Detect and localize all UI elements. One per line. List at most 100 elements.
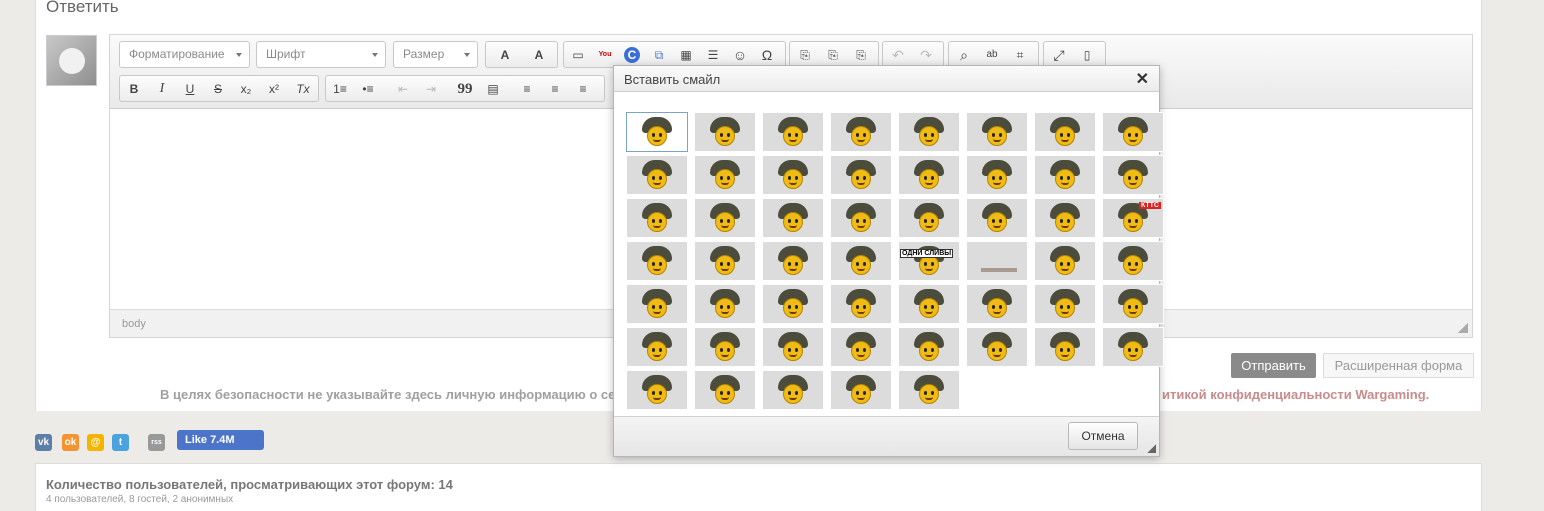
- smiley-item[interactable]: КТТС: [1102, 198, 1164, 238]
- smiley-item[interactable]: [694, 155, 756, 195]
- bulleted-list-button[interactable]: •≡: [357, 79, 379, 99]
- size-dropdown[interactable]: Размер: [393, 41, 478, 68]
- smiley-item[interactable]: [966, 241, 1028, 281]
- find-button[interactable]: ⌕: [953, 45, 975, 65]
- smiley-item[interactable]: [1034, 112, 1096, 152]
- smiley-item[interactable]: [694, 112, 756, 152]
- font-dropdown[interactable]: Шрифт: [256, 41, 386, 68]
- special-char-button[interactable]: Ω: [756, 45, 778, 65]
- smiley-item[interactable]: [830, 198, 892, 238]
- smiley-item[interactable]: [1034, 198, 1096, 238]
- indent-button[interactable]: ⇥: [420, 79, 442, 99]
- smiley-item[interactable]: [966, 284, 1028, 324]
- smiley-item[interactable]: [694, 327, 756, 367]
- smiley-item[interactable]: [966, 327, 1028, 367]
- smiley-item[interactable]: [898, 198, 960, 238]
- smiley-item[interactable]: [1034, 284, 1096, 324]
- background-color-button[interactable]: A: [526, 45, 552, 65]
- smiley-item[interactable]: [626, 241, 688, 281]
- twitter-share-icon[interactable]: t: [112, 434, 129, 451]
- smiley-item[interactable]: [762, 155, 824, 195]
- image-button[interactable]: ▭: [567, 45, 589, 65]
- smiley-item[interactable]: [762, 284, 824, 324]
- cut-button[interactable]: ⎘: [794, 45, 816, 65]
- smiley-item[interactable]: [694, 370, 756, 410]
- resize-handle-icon[interactable]: [1147, 444, 1156, 453]
- media-button[interactable]: ⧉: [648, 45, 670, 65]
- smiley-item[interactable]: [1102, 112, 1164, 152]
- facebook-like-button[interactable]: Like 7.4M: [177, 430, 264, 450]
- smiley-item[interactable]: [898, 284, 960, 324]
- paste-button[interactable]: ⎘: [850, 45, 872, 65]
- maximize-button[interactable]: ⤢: [1048, 45, 1070, 65]
- superscript-button[interactable]: x²: [263, 79, 285, 99]
- smiley-item[interactable]: [898, 370, 960, 410]
- smiley-item[interactable]: [762, 112, 824, 152]
- smiley-item[interactable]: ОДНИ СЛИВЫ: [898, 241, 960, 281]
- smiley-item[interactable]: [694, 241, 756, 281]
- element-path[interactable]: body: [122, 318, 146, 330]
- rss-icon[interactable]: rss: [148, 434, 165, 451]
- smiley-item[interactable]: [966, 155, 1028, 195]
- advanced-form-button[interactable]: Расширенная форма: [1323, 353, 1474, 378]
- smiley-item[interactable]: [830, 241, 892, 281]
- resize-handle-icon[interactable]: [1458, 323, 1468, 333]
- smiley-item[interactable]: [830, 155, 892, 195]
- smiley-item[interactable]: [966, 112, 1028, 152]
- align-right-button[interactable]: ≡: [572, 79, 594, 99]
- source-button[interactable]: ⌗: [1009, 45, 1031, 65]
- smiley-item[interactable]: [626, 284, 688, 324]
- smiley-item[interactable]: [626, 370, 688, 410]
- copy-button[interactable]: ⎘: [822, 45, 844, 65]
- underline-button[interactable]: U: [179, 79, 201, 99]
- privacy-policy-link[interactable]: итикой конфиденциальности Wargaming.: [1162, 387, 1429, 402]
- align-center-button[interactable]: ≡: [544, 79, 566, 99]
- redo-button[interactable]: ↷: [915, 45, 937, 65]
- numbered-list-button[interactable]: 1≡: [329, 79, 351, 99]
- smiley-item[interactable]: [830, 370, 892, 410]
- smiley-item[interactable]: [966, 198, 1028, 238]
- smiley-item[interactable]: [626, 327, 688, 367]
- bold-button[interactable]: B: [123, 79, 145, 99]
- smiley-item[interactable]: [1102, 284, 1164, 324]
- smiley-item[interactable]: [762, 327, 824, 367]
- table-button[interactable]: ▦: [675, 45, 697, 65]
- smiley-item[interactable]: [830, 327, 892, 367]
- youtube-button[interactable]: You: [594, 45, 616, 65]
- smiley-item[interactable]: [762, 241, 824, 281]
- smiley-button[interactable]: ☺: [729, 45, 751, 65]
- smiley-item[interactable]: [694, 284, 756, 324]
- odnoklassniki-share-icon[interactable]: ok: [62, 434, 79, 451]
- subscript-button[interactable]: x₂: [235, 79, 257, 99]
- remove-format-button[interactable]: Tx: [292, 79, 314, 99]
- outdent-button[interactable]: ⇤: [392, 79, 414, 99]
- code-button[interactable]: C: [624, 47, 640, 63]
- text-color-button[interactable]: A: [492, 45, 518, 65]
- align-left-button[interactable]: ≡: [516, 79, 538, 99]
- cancel-button[interactable]: Отмена: [1068, 422, 1138, 450]
- div-container-icon[interactable]: ▤: [482, 79, 504, 99]
- blockquote-button[interactable]: 99: [454, 79, 476, 99]
- smiley-item[interactable]: [762, 370, 824, 410]
- smiley-item[interactable]: [898, 155, 960, 195]
- smiley-item[interactable]: [694, 198, 756, 238]
- smiley-item[interactable]: [898, 327, 960, 367]
- horizontal-rule-button[interactable]: ☰: [702, 45, 724, 65]
- smiley-item[interactable]: [1034, 241, 1096, 281]
- smiley-item[interactable]: [762, 198, 824, 238]
- smiley-item[interactable]: [1034, 155, 1096, 195]
- smiley-item[interactable]: [898, 112, 960, 152]
- close-icon[interactable]: ✕: [1136, 69, 1149, 89]
- smiley-item[interactable]: [626, 112, 688, 152]
- preview-button[interactable]: ▯: [1076, 45, 1098, 65]
- strikethrough-button[interactable]: S: [207, 79, 229, 99]
- send-button[interactable]: Отправить: [1231, 353, 1316, 378]
- smiley-item[interactable]: [830, 284, 892, 324]
- smiley-item[interactable]: [1102, 155, 1164, 195]
- replace-button[interactable]: ab: [981, 45, 1003, 65]
- format-dropdown[interactable]: Форматирование: [119, 41, 250, 68]
- smiley-item[interactable]: [830, 112, 892, 152]
- smiley-item[interactable]: [626, 155, 688, 195]
- italic-button[interactable]: I: [151, 79, 173, 99]
- smiley-item[interactable]: [626, 198, 688, 238]
